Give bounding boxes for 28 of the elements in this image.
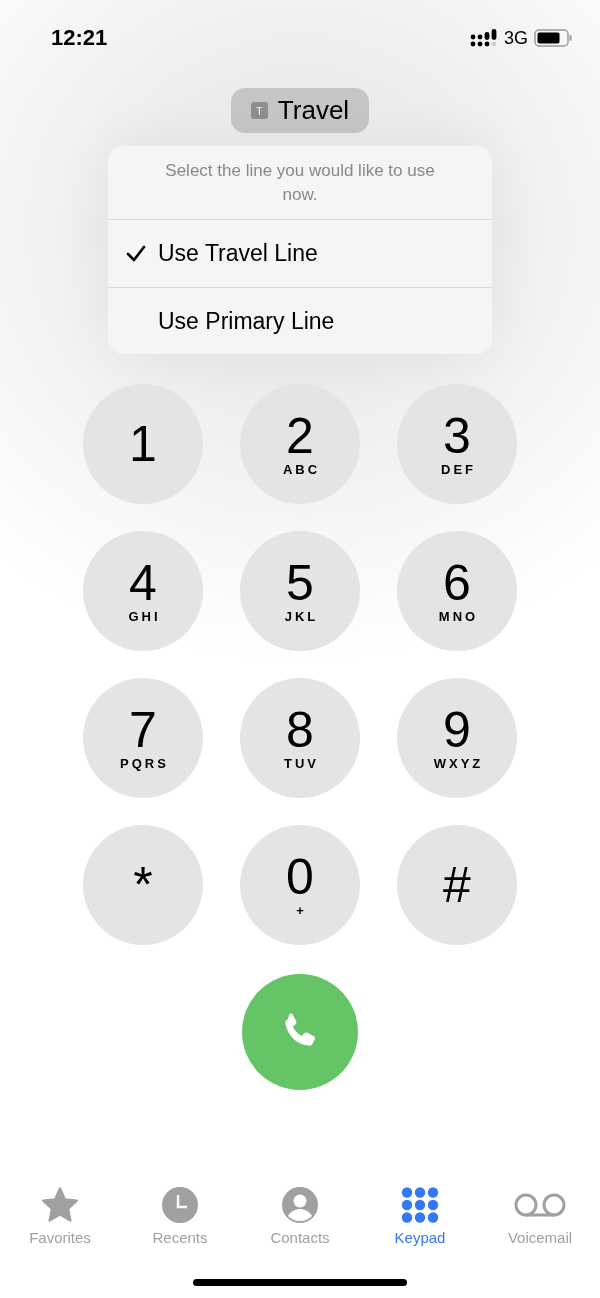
person-icon (282, 1187, 318, 1223)
keypad-key[interactable]: 6 MNO (397, 531, 517, 651)
keypad-key[interactable]: * (83, 825, 203, 945)
tab[interactable]: Keypad (360, 1185, 480, 1246)
network-type: 3G (504, 27, 528, 49)
keypad-key[interactable]: 3 DEF (397, 384, 517, 504)
keypad-key[interactable]: 8 TUV (240, 678, 360, 798)
star-icon (40, 1186, 80, 1224)
signal-icon (470, 29, 498, 47)
keypad-key[interactable]: 9 WXYZ (397, 678, 517, 798)
menu-item[interactable]: Use Primary Line (108, 287, 492, 354)
menu-message: Select the line you would like to use now. (164, 159, 436, 206)
keypad-key[interactable]: 5 JKL (240, 531, 360, 651)
checkmark-icon (126, 244, 146, 263)
line-selector-button[interactable]: T Travel (230, 88, 370, 133)
keypad-key[interactable]: 2 ABC (240, 384, 360, 504)
clock-icon (162, 1187, 198, 1223)
menu-item[interactable]: Use Travel Line (108, 220, 492, 287)
keypad-key[interactable]: 7 PQRS (83, 678, 203, 798)
keypad-icon (401, 1187, 439, 1223)
voicemail-icon (514, 1193, 566, 1217)
keypad-key[interactable]: 4 GHI (83, 531, 203, 651)
time: 12:21 (51, 25, 108, 51)
keypad-key[interactable]: 0 + (240, 825, 360, 945)
keypad-key[interactable]: # (397, 825, 517, 945)
battery-icon (534, 29, 572, 47)
line-badge: T (250, 102, 268, 119)
keypad-key[interactable]: 1 (83, 384, 203, 504)
